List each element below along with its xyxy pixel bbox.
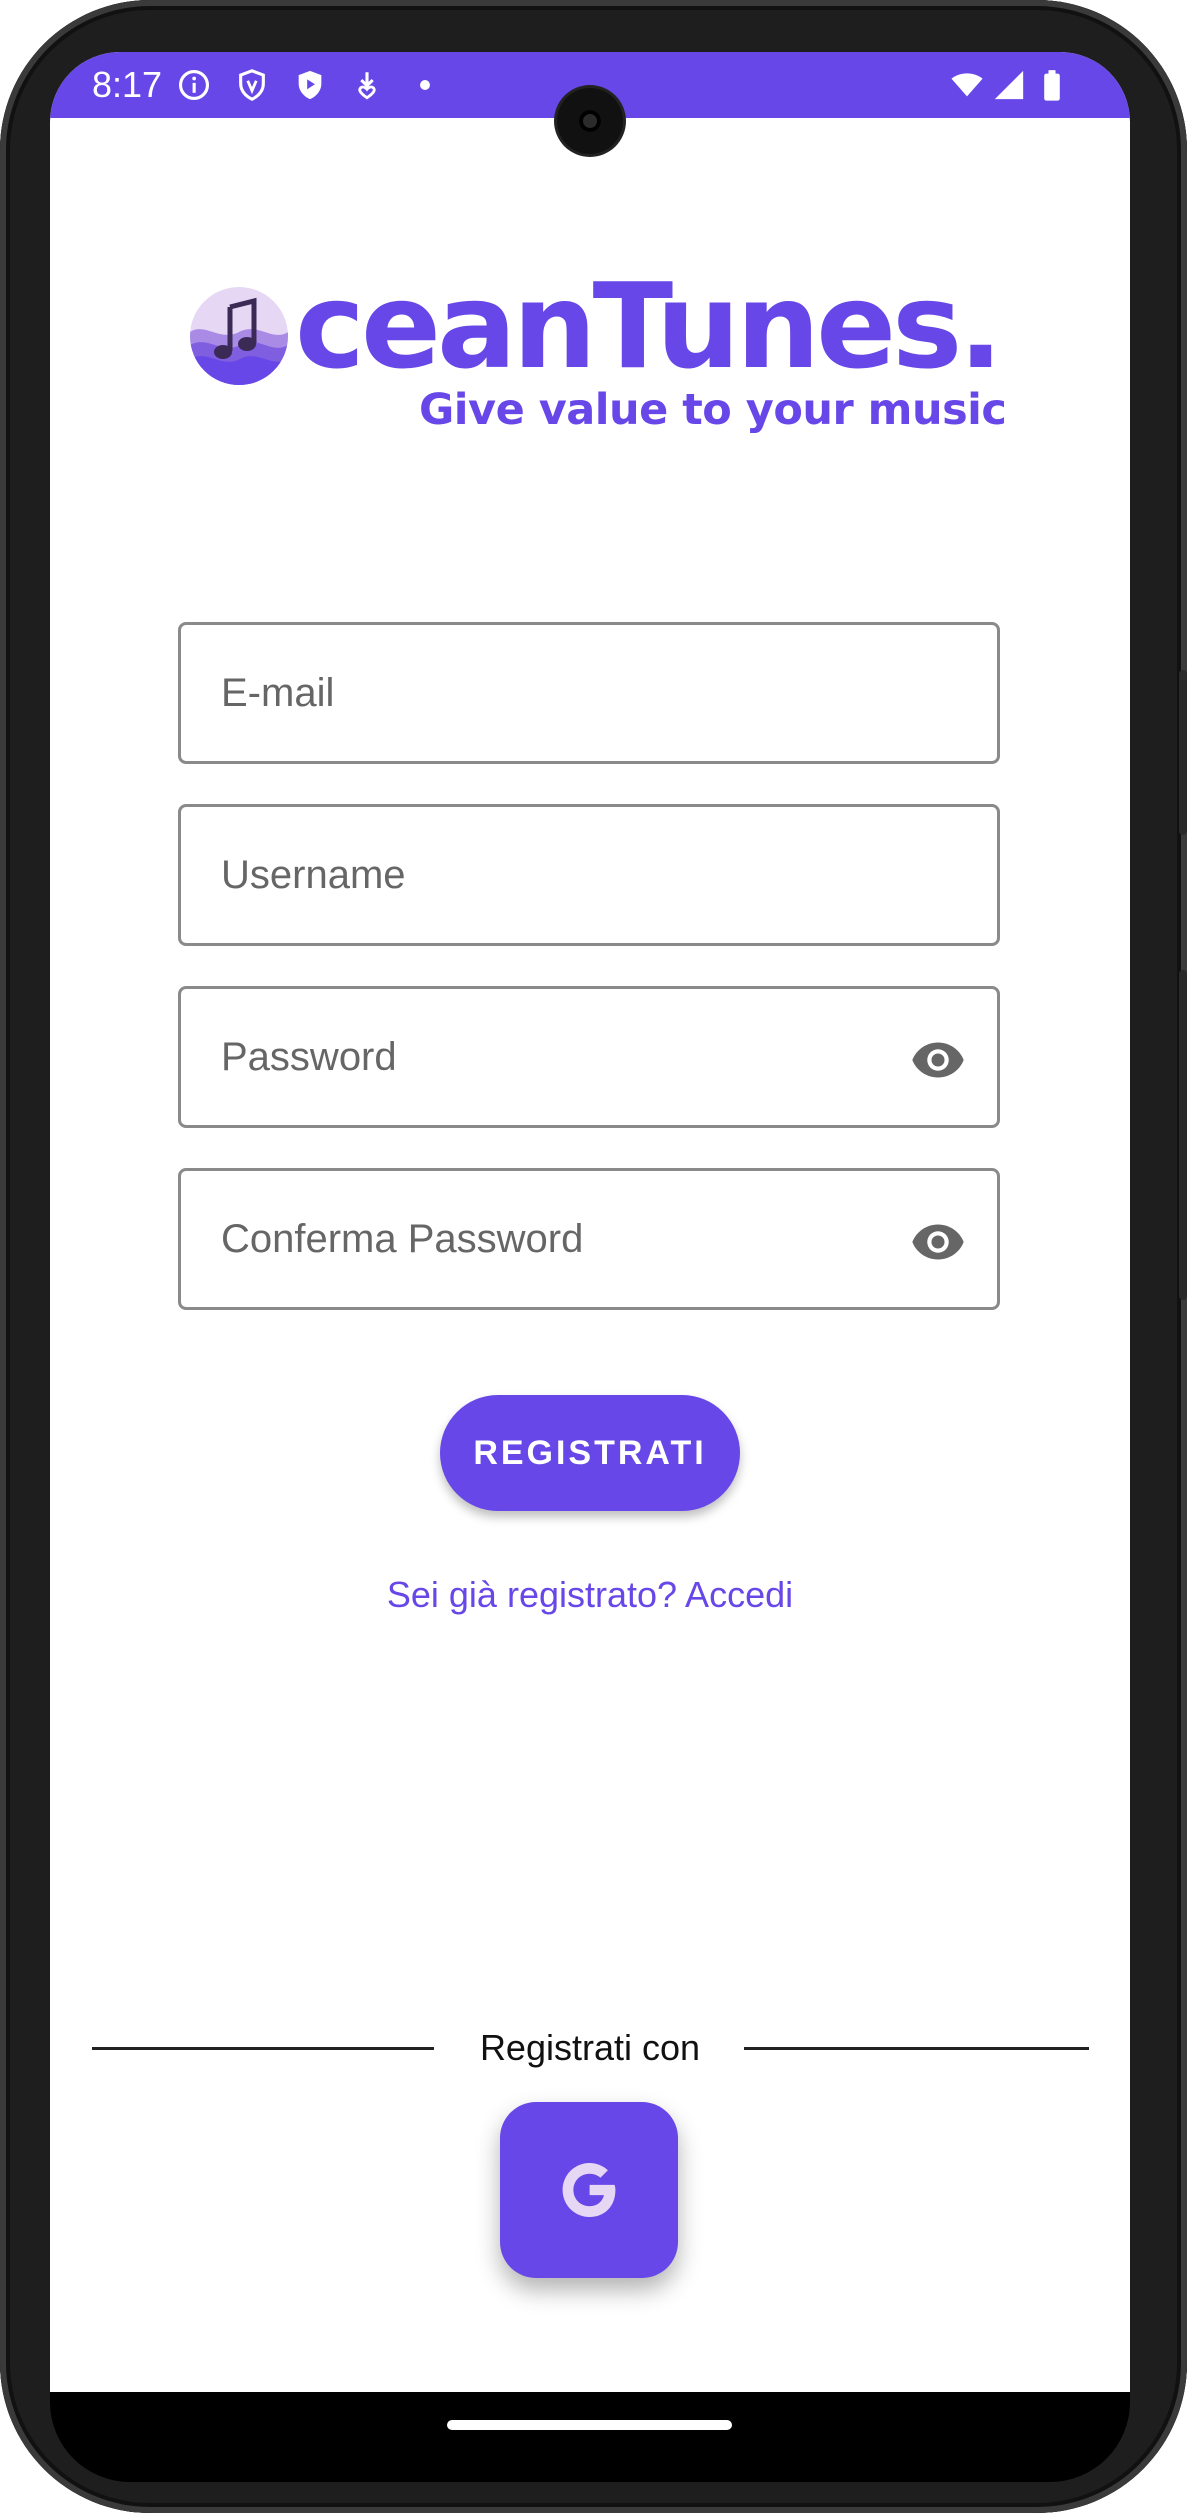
- oceantunes-logo: ceanTunes. Give value to your music: [190, 267, 1050, 457]
- dot-icon: [420, 80, 430, 90]
- password-input[interactable]: [221, 989, 841, 1125]
- ocean-music-logo-icon: [190, 287, 288, 385]
- confirm-password-field[interactable]: [178, 1168, 1000, 1310]
- google-g-icon: [562, 2163, 616, 2217]
- username-input[interactable]: [221, 807, 841, 943]
- navigation-bar: [50, 2392, 1130, 2482]
- email-field[interactable]: [178, 622, 1000, 764]
- divider-right: [744, 2047, 1089, 2050]
- show-password-eye-icon[interactable]: [909, 1032, 967, 1088]
- shield-play-icon: [298, 70, 322, 100]
- signal-icon: [994, 70, 1024, 100]
- download-heart-icon: [358, 72, 376, 100]
- show-confirm-password-eye-icon[interactable]: [909, 1214, 967, 1270]
- register-button[interactable]: REGISTRATI: [440, 1395, 740, 1511]
- volume-button: [1179, 670, 1187, 835]
- login-link[interactable]: Sei già registrato? Accedi: [50, 1574, 1130, 1616]
- email-input[interactable]: [221, 625, 841, 761]
- username-field[interactable]: [178, 804, 1000, 946]
- front-camera: [557, 88, 623, 154]
- status-time: 8:17: [92, 64, 163, 105]
- power-button: [1179, 970, 1187, 1300]
- shield-outline-icon: [239, 69, 265, 101]
- app-screen: 8:17 ceanTunes. Give value to your music…: [50, 52, 1130, 2392]
- confirm-password-input[interactable]: [221, 1171, 841, 1307]
- password-field[interactable]: [178, 986, 1000, 1128]
- info-icon: [178, 69, 210, 101]
- home-gesture-handle[interactable]: [447, 2420, 732, 2430]
- battery-icon: [1044, 70, 1060, 101]
- logo-wordmark: ceanTunes.: [295, 257, 1003, 395]
- google-sign-up-button[interactable]: [500, 2102, 678, 2278]
- logo-tagline: Give value to your music: [419, 385, 1007, 435]
- wifi-icon: [951, 73, 983, 97]
